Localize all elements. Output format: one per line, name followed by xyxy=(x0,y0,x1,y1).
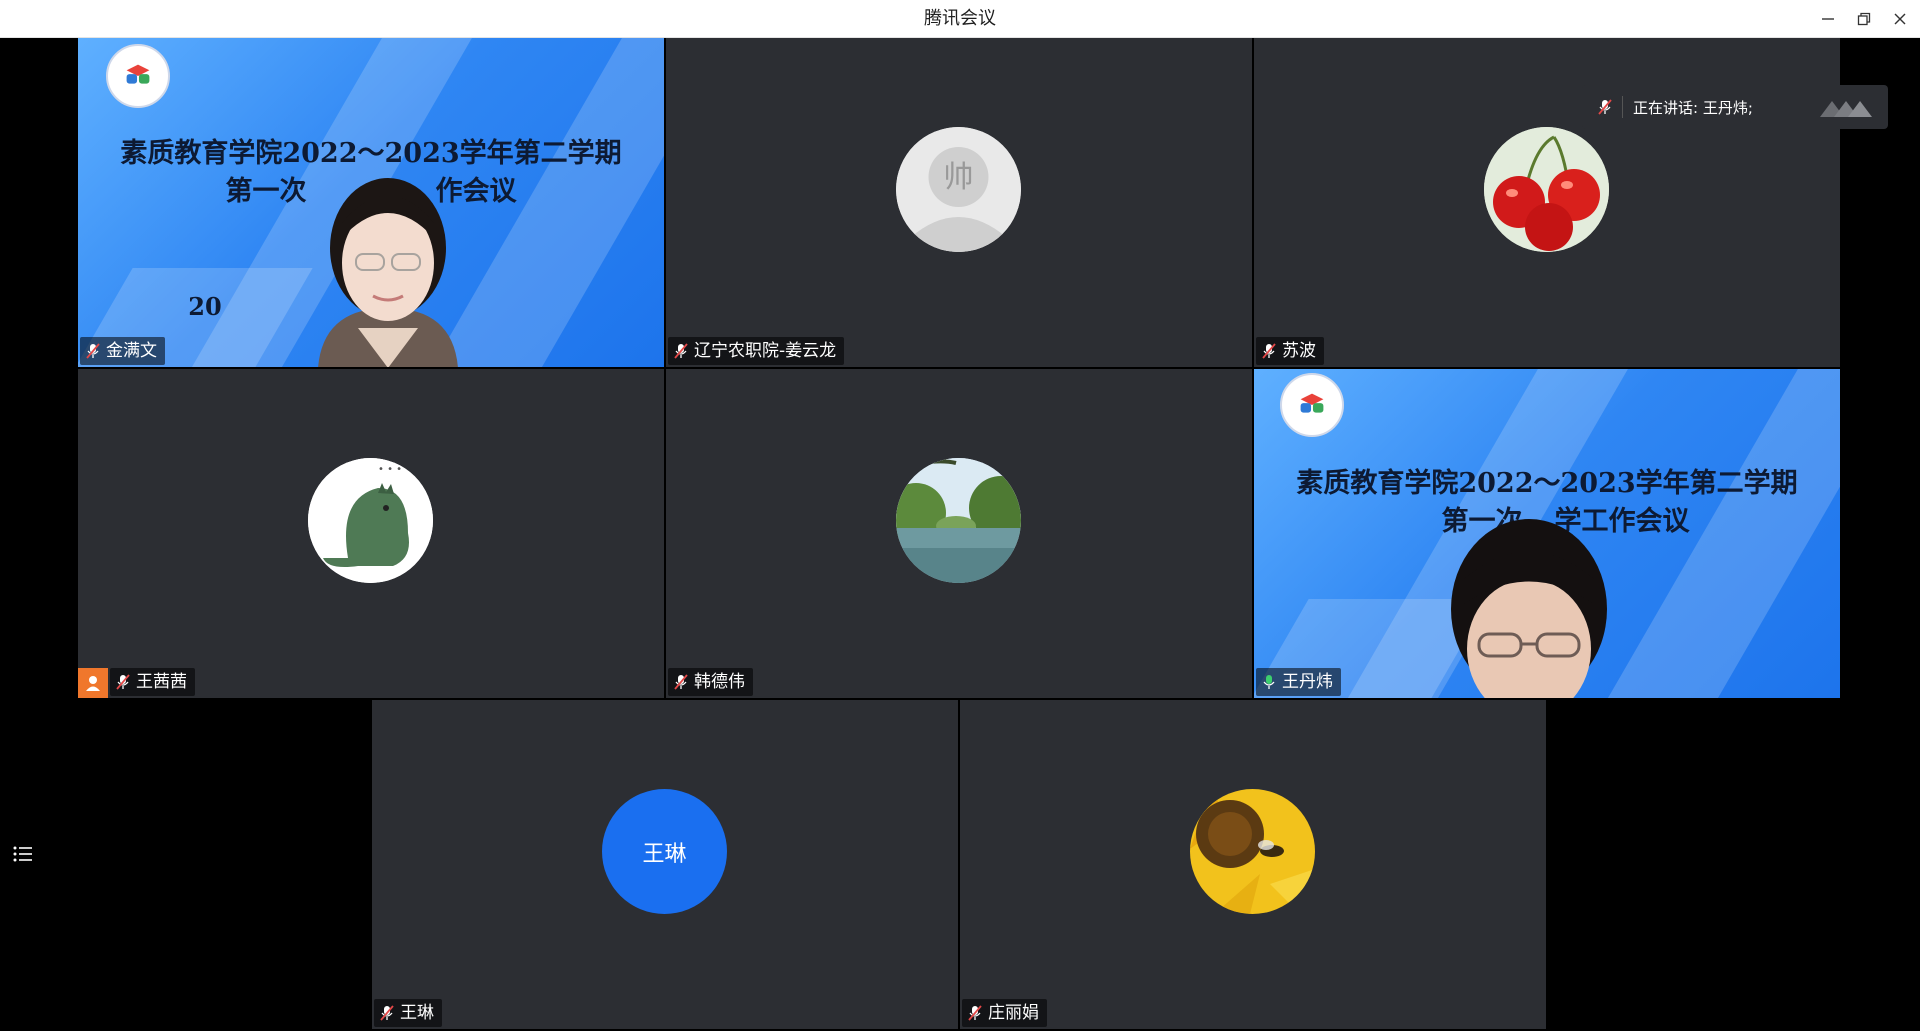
close-button[interactable] xyxy=(1884,4,1916,34)
school-logo-icon xyxy=(106,44,170,108)
video-tile-wang-qianqian[interactable]: • • • 王茜茜 xyxy=(78,369,664,698)
speaking-indicator: 正在讲话: 王丹炜; xyxy=(1582,85,1888,129)
speaking-text: 正在讲话: 王丹炜; xyxy=(1633,98,1753,117)
participant-name: 苏波 xyxy=(1282,341,1316,361)
divider xyxy=(1622,96,1623,118)
video-tile-zhuang-lijuan[interactable]: 庄丽娟 xyxy=(960,700,1546,1029)
mic-muted-icon xyxy=(86,343,100,359)
mic-muted-icon xyxy=(1598,99,1612,115)
mic-muted-icon xyxy=(116,674,130,690)
mic-muted-icon xyxy=(380,1005,394,1021)
participant-name-tag: 王琳 xyxy=(374,999,442,1027)
title-bar: 腾讯会议 xyxy=(0,0,1920,38)
video-tile-han-dewei[interactable]: 韩德伟 xyxy=(666,369,1252,698)
participant-name: 辽宁农职院-姜云龙 xyxy=(694,341,837,361)
mic-muted-icon xyxy=(674,343,688,359)
participant-name-tag: 庄丽娟 xyxy=(962,999,1047,1027)
participant-name: 王丹炜 xyxy=(1282,672,1333,692)
participant-name-tag: 辽宁农职院-姜云龙 xyxy=(668,337,845,365)
cherry-avatar xyxy=(1484,127,1609,252)
participant-name-tag: 苏波 xyxy=(1256,337,1324,365)
participant-name-tag: 金满文 xyxy=(80,337,165,365)
mic-speaking-icon xyxy=(1263,675,1275,689)
svg-text:• • •: • • • xyxy=(378,464,402,475)
minimize-icon xyxy=(1822,18,1834,20)
video-tile-jiang-yunlong[interactable]: 帅 辽宁农职院-姜云龙 xyxy=(666,38,1252,367)
participant-name: 韩德伟 xyxy=(694,672,745,692)
video-tile-wang-lin[interactable]: 王琳 王琳 xyxy=(372,700,958,1029)
sunflower-avatar xyxy=(1190,789,1315,914)
restore-icon xyxy=(1857,12,1871,26)
restore-button[interactable] xyxy=(1848,4,1880,34)
dinosaur-avatar: • • • xyxy=(308,458,433,583)
mic-muted-icon xyxy=(674,674,688,690)
river-avatar xyxy=(896,458,1021,583)
participant-name: 王琳 xyxy=(400,1003,434,1023)
avatar-text: 帅 xyxy=(944,160,974,195)
video-tile-wang-danwei[interactable]: 素质教育学院2022～2023学年第二学期 第一次 学工作会议 王丹炜 xyxy=(1254,369,1840,698)
participant-name-tag: 王茜茜 xyxy=(110,668,195,696)
participant-video xyxy=(1451,519,1607,698)
participant-video xyxy=(318,178,458,367)
avatar: 帅 xyxy=(896,127,1021,252)
initials-avatar: 王琳 xyxy=(602,789,727,914)
list-icon xyxy=(13,846,32,862)
avatar-text: 王琳 xyxy=(642,841,687,867)
participant-name: 王茜茜 xyxy=(136,672,187,692)
window-title: 腾讯会议 xyxy=(924,8,996,29)
user-icon xyxy=(86,676,100,691)
layout-toggle-icon[interactable] xyxy=(1818,97,1874,119)
participant-name-tag: 韩德伟 xyxy=(668,668,753,696)
close-icon xyxy=(1894,13,1906,25)
participant-name: 金满文 xyxy=(106,341,157,361)
school-logo-icon xyxy=(1280,373,1344,437)
participant-name: 庄丽娟 xyxy=(988,1003,1039,1023)
video-grid: 素质教育学院2022～2023学年第二学期 第一次 作会议 20 金满文 帅 辽… xyxy=(0,38,1920,1031)
mic-muted-icon xyxy=(968,1005,982,1021)
host-badge xyxy=(78,668,108,698)
slide-title-line1: 素质教育学院2022～2023学年第二学期 xyxy=(1296,468,1798,499)
minimize-button[interactable] xyxy=(1812,4,1844,34)
member-list-button[interactable] xyxy=(8,839,38,869)
participant-name-tag: 王丹炜 xyxy=(1256,668,1341,696)
video-tile-jin-manwen[interactable]: 素质教育学院2022～2023学年第二学期 第一次 作会议 20 金满文 xyxy=(78,38,664,367)
mic-muted-icon xyxy=(1262,343,1276,359)
